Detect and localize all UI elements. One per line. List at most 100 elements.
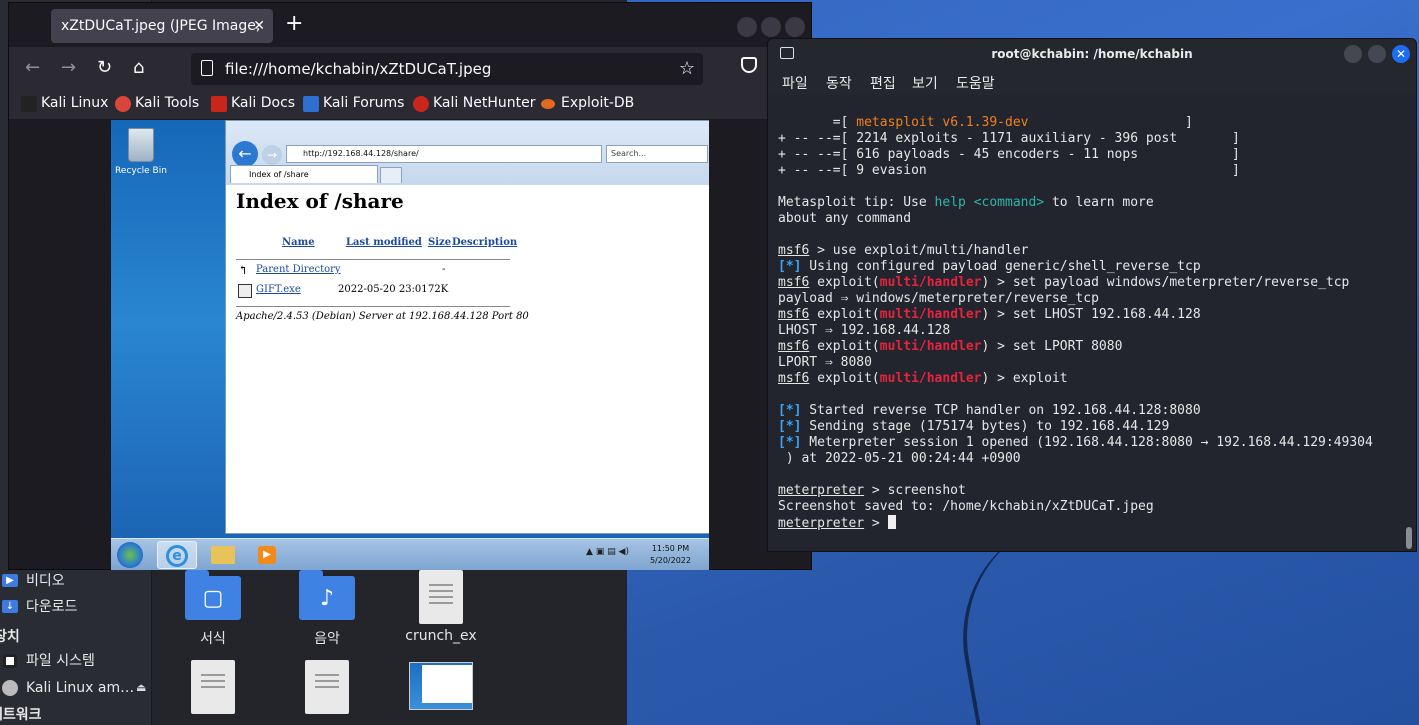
close-button[interactable] bbox=[785, 17, 805, 37]
ie-back-icon: ← bbox=[232, 141, 258, 167]
banner-line: + -- --=[ 616 payloads - 45 encoders - 1… bbox=[778, 147, 1240, 162]
bookmark-kali-docs[interactable]: Kali Docs bbox=[211, 95, 296, 112]
terminal-output[interactable]: =[ metasploit v6.1.39-dev ] + -- --=[ 221… bbox=[778, 115, 1408, 531]
output-line: payload ⇒ windows/meterpreter/reverse_tc… bbox=[778, 291, 1099, 306]
ie-address-bar: http://192.168.44.128/share/ bbox=[286, 145, 602, 163]
media-player-taskbar-icon: ▶ bbox=[247, 541, 287, 569]
listing-row: ↰ Parent Directory - bbox=[236, 264, 696, 284]
banner-line: + -- --=[ 2214 exploits - 1171 auxiliary… bbox=[778, 131, 1240, 146]
ie-taskbar-icon: e bbox=[157, 541, 197, 569]
bookmark-label: Kali Tools bbox=[135, 95, 200, 111]
listing-header: Name Last modified Size Description bbox=[236, 237, 696, 257]
command-line: msf6 exploit(multi/handler) > set LPORT … bbox=[778, 339, 1408, 355]
tab-bar: xZtDUCaT.jpeg (JPEG Image, ✕ + bbox=[9, 3, 811, 47]
template-folder-icon: ▢ bbox=[185, 570, 241, 620]
bookmark-star-icon[interactable]: ☆ bbox=[679, 53, 695, 85]
sidebar-item-filesystem[interactable]: 파일 시스템 bbox=[0, 649, 152, 673]
info-line: [*] Sending stage (175174 bytes) to 192.… bbox=[778, 419, 1408, 435]
pocket-icon[interactable] bbox=[741, 57, 757, 73]
kali-forums-icon bbox=[303, 96, 319, 112]
info-line: ) at 2022-05-21 00:24:44 +0900 bbox=[778, 451, 1021, 466]
menu-action[interactable]: 동작 bbox=[826, 73, 852, 93]
sidebar-item-label: 다운로드 bbox=[26, 599, 78, 615]
info-line: [*] Started reverse TCP handler on 192.1… bbox=[778, 403, 1408, 419]
close-tab-icon[interactable]: ✕ bbox=[253, 9, 265, 43]
forward-arrow-icon[interactable]: → bbox=[61, 57, 76, 78]
exploit-prompt: exploit( bbox=[817, 371, 880, 386]
bookmark-label: Kali Linux bbox=[41, 95, 109, 111]
info-tag: [*] bbox=[778, 259, 802, 274]
tip-help: help bbox=[934, 195, 966, 210]
minimize-button[interactable] bbox=[1344, 45, 1362, 63]
msf-prompt: msf6 bbox=[778, 243, 810, 258]
drive-icon bbox=[3, 654, 17, 668]
bookmark-kali-linux[interactable]: Kali Linux bbox=[21, 95, 109, 112]
file-image-thumbnail[interactable] bbox=[386, 662, 496, 710]
menu-edit[interactable]: 편집 bbox=[870, 73, 896, 93]
exploit-db-icon bbox=[541, 99, 555, 109]
system-clock: 11:50 PM 5/20/2022 bbox=[650, 543, 691, 567]
exploit-prompt: exploit( bbox=[817, 275, 880, 290]
column-name: Name bbox=[282, 237, 315, 248]
ie-toolbar: ← → http://192.168.44.128/share/ Search.… bbox=[226, 121, 709, 185]
bookmarks-toolbar: Kali Linux Kali Tools Kali Docs Kali For… bbox=[9, 89, 811, 119]
home-icon[interactable]: ⌂ bbox=[133, 57, 144, 78]
terminal-scrollbar[interactable] bbox=[1406, 527, 1412, 549]
command-line: meterpreter > screenshot bbox=[778, 483, 1408, 499]
file-text-1[interactable] bbox=[158, 660, 268, 714]
clock-time: 11:50 PM bbox=[651, 544, 690, 553]
command-line: meterpreter > bbox=[778, 515, 1408, 531]
bookmark-kali-tools[interactable]: Kali Tools bbox=[115, 95, 200, 112]
sidebar-item-label: 비디오 bbox=[26, 573, 65, 589]
url-text: file:///home/kchabin/xZtDUCaT.jpeg bbox=[225, 60, 492, 78]
sidebar-item-downloads[interactable]: ↓ 다운로드 bbox=[0, 595, 152, 619]
kali-tools-icon bbox=[115, 96, 131, 112]
folder-templates[interactable]: ▢ 서식 bbox=[158, 570, 268, 648]
command-text: > set LPORT 8080 bbox=[989, 339, 1123, 354]
url-bar[interactable]: file:///home/kchabin/xZtDUCaT.jpeg ☆ bbox=[191, 53, 703, 85]
tab-image[interactable]: xZtDUCaT.jpeg (JPEG Image, ✕ bbox=[51, 9, 273, 43]
minimize-button[interactable] bbox=[737, 17, 757, 37]
column-description: Description bbox=[452, 237, 518, 248]
sidebar-item-kali-disk[interactable]: Kali Linux am… ⏏ bbox=[0, 676, 152, 700]
new-tab-icon[interactable]: + bbox=[285, 11, 303, 36]
listing-row: GIFT.exe 2022-05-20 23:01 72K bbox=[236, 284, 696, 304]
maximize-button[interactable] bbox=[761, 17, 781, 37]
msf-prompt: msf6 bbox=[778, 275, 810, 290]
folder-music[interactable]: ♪ 음악 bbox=[272, 570, 382, 648]
meterpreter-prompt: meterpreter bbox=[778, 516, 865, 531]
download-folder-icon: ↓ bbox=[2, 600, 18, 613]
menu-file[interactable]: 파일 bbox=[782, 73, 808, 93]
divider bbox=[236, 306, 510, 307]
eject-icon[interactable]: ⏏ bbox=[136, 676, 146, 700]
menu-help[interactable]: 도움말 bbox=[956, 73, 995, 93]
bookmark-kali-nethunter[interactable]: Kali NetHunter bbox=[413, 95, 535, 112]
recycle-bin-label: Recycle Bin bbox=[115, 166, 167, 176]
text-file-icon bbox=[191, 660, 235, 714]
menu-view[interactable]: 보기 bbox=[912, 73, 938, 93]
bookmark-label: Kali Docs bbox=[231, 95, 296, 111]
bookmark-kali-forums[interactable]: Kali Forums bbox=[303, 95, 404, 112]
info-text: Started reverse TCP handler on 192.168.4… bbox=[801, 403, 1201, 418]
column-size: Size bbox=[428, 237, 452, 248]
info-line: [*] Using configured payload generic/she… bbox=[778, 259, 1408, 275]
file-text-2[interactable] bbox=[272, 660, 382, 714]
banner-line: =[ metasploit v6.1.39-dev ] bbox=[778, 115, 1193, 130]
firefox-window: xZtDUCaT.jpeg (JPEG Image, ✕ + ← → ↻ ⌂ f… bbox=[8, 2, 812, 570]
back-arrow-icon[interactable]: ← bbox=[25, 57, 40, 78]
kali-dragon-icon bbox=[21, 96, 37, 112]
file-label: crunch_ex bbox=[405, 628, 477, 644]
close-button[interactable]: ✕ bbox=[1392, 45, 1410, 63]
info-tag: [*] bbox=[778, 403, 802, 418]
file-crunch-ex[interactable]: crunch_ex bbox=[386, 570, 496, 644]
maximize-button[interactable] bbox=[1368, 45, 1386, 63]
internet-explorer-window: ← → http://192.168.44.128/share/ Search.… bbox=[225, 120, 709, 534]
tab-title: xZtDUCaT.jpeg (JPEG Image, bbox=[61, 18, 261, 34]
command-line: msf6 exploit(multi/handler) > exploit bbox=[778, 371, 1408, 387]
bookmark-exploit-db[interactable]: Exploit-DB bbox=[541, 95, 634, 111]
text-cursor bbox=[887, 515, 896, 529]
sidebar-item-videos[interactable]: ▶ 비디오 bbox=[0, 569, 152, 593]
ie-new-tab bbox=[380, 167, 402, 183]
reload-icon[interactable]: ↻ bbox=[97, 57, 112, 78]
output-line: Screenshot saved to: /home/kchabin/xZtDU… bbox=[778, 499, 1154, 514]
